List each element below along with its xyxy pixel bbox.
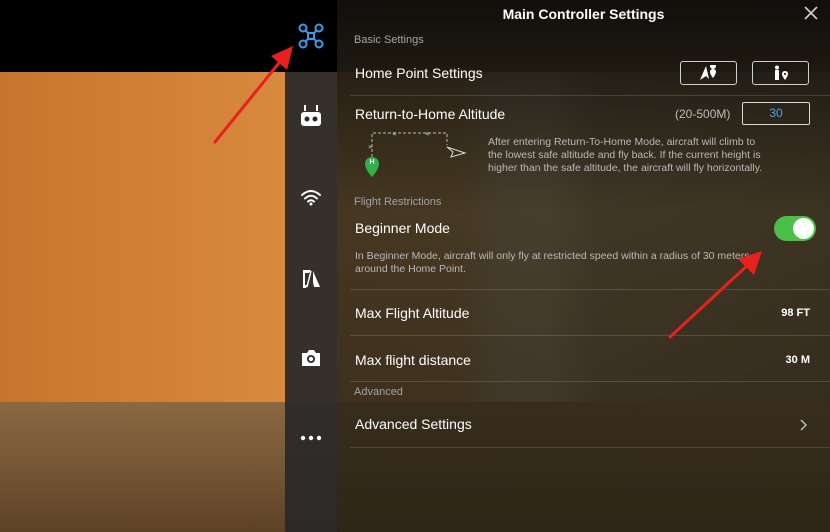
- toggle-knob: [793, 218, 814, 239]
- beginner-description-line-2: around the Home Point.: [355, 263, 466, 275]
- advanced-settings-row[interactable]: Advanced Settings: [337, 402, 830, 446]
- rth-altitude-input[interactable]: 30: [742, 102, 810, 125]
- camera-icon[interactable]: [295, 342, 327, 374]
- divider: [350, 95, 830, 96]
- rth-diagram: « « »: [357, 127, 472, 182]
- aircraft-location-icon: [699, 65, 716, 80]
- svg-text:»: »: [368, 143, 372, 151]
- max-altitude-label: Max Flight Altitude: [355, 305, 470, 321]
- svg-text:«: «: [392, 129, 397, 138]
- divider: [350, 335, 830, 336]
- pilot-location-icon: [774, 65, 788, 80]
- advanced-settings-label: Advanced Settings: [355, 416, 472, 432]
- home-point-label: Home Point Settings: [355, 65, 483, 81]
- divider: [350, 289, 830, 290]
- svg-text:«: «: [425, 129, 430, 138]
- max-distance-value[interactable]: 30 M: [786, 354, 810, 366]
- max-altitude-value[interactable]: 98 FT: [781, 307, 810, 319]
- chevron-right-icon: [800, 418, 808, 436]
- settings-panel: Main Controller Settings Basic Settings …: [337, 0, 830, 532]
- basic-settings-section: Basic Settings: [354, 34, 424, 46]
- settings-sidebar: [285, 0, 337, 532]
- panel-title: Main Controller Settings: [502, 6, 665, 22]
- close-icon[interactable]: [802, 4, 820, 22]
- more-icon[interactable]: [295, 422, 327, 454]
- remote-controller-icon[interactable]: [295, 100, 327, 132]
- aircraft-icon[interactable]: [295, 20, 327, 52]
- advanced-section: Advanced: [354, 386, 403, 398]
- wifi-icon[interactable]: [295, 181, 327, 213]
- flight-restrictions-section: Flight Restrictions: [354, 196, 442, 208]
- rth-description-line-2: the lowest safe altitude and fly back. I…: [488, 149, 761, 161]
- max-distance-label: Max flight distance: [355, 352, 471, 368]
- beginner-mode-label: Beginner Mode: [355, 220, 450, 236]
- divider: [350, 447, 830, 448]
- home-point-aircraft-button[interactable]: [680, 61, 737, 85]
- home-point-rc-button[interactable]: [752, 61, 809, 85]
- rth-description-line-1: After entering Return-To-Home Mode, airc…: [488, 136, 756, 148]
- rth-range: (20-500M): [675, 107, 731, 121]
- rth-description-line-3: higher than the safe altitude, the aircr…: [488, 162, 763, 174]
- vision-icon[interactable]: [295, 262, 327, 294]
- rth-altitude-label: Return-to-Home Altitude: [355, 106, 506, 122]
- beginner-mode-toggle[interactable]: [774, 216, 816, 241]
- divider: [350, 381, 830, 382]
- home-marker: H: [369, 159, 375, 166]
- beginner-description-line-1: In Beginner Mode, aircraft will only fly…: [355, 250, 750, 262]
